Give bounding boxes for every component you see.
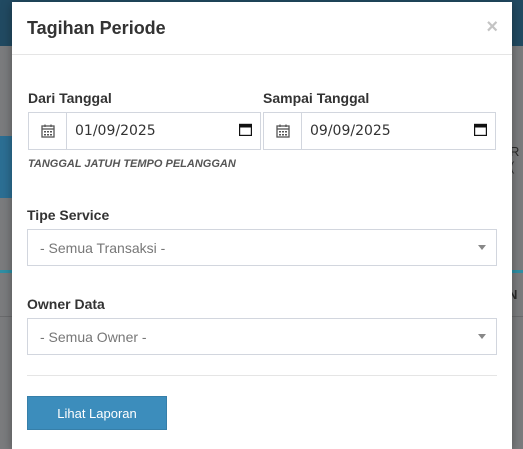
caret-down-icon (478, 334, 486, 339)
service-type-select[interactable]: - Semua Transaksi - (27, 229, 497, 266)
from-date-value: 01/09/2025 (75, 123, 156, 139)
service-type-selected: - Semua Transaksi - (40, 239, 166, 256)
to-date-group: 09/09/2025 (263, 112, 496, 150)
owner-data-select[interactable]: - Semua Owner - (27, 318, 497, 355)
owner-data-selected: - Semua Owner - (40, 328, 147, 345)
view-report-button[interactable]: Lihat Laporan (27, 396, 167, 430)
form-divider (27, 375, 497, 376)
calendar-picker-icon[interactable] (238, 123, 253, 140)
from-date-input[interactable]: 01/09/2025 (67, 113, 260, 149)
background-panel-edge (0, 136, 12, 198)
due-date-help-text: TANGGAL JATUH TEMPO PELANGGAN (28, 158, 236, 170)
to-date-label: Sampai Tanggal (263, 90, 370, 106)
to-date-value: 09/09/2025 (310, 123, 391, 139)
calendar-icon (264, 113, 302, 149)
close-button[interactable]: × (486, 17, 498, 37)
to-date-input[interactable]: 09/09/2025 (302, 113, 495, 149)
from-date-label: Dari Tanggal (28, 90, 112, 106)
calendar-picker-icon[interactable] (473, 123, 488, 140)
owner-data-label: Owner Data (27, 296, 105, 312)
service-type-label: Tipe Service (27, 207, 110, 223)
caret-down-icon (478, 245, 486, 250)
modal-title: Tagihan Periode (27, 18, 166, 38)
tagihan-periode-modal: Tagihan Periode × Dari Tanggal 01/09/202… (12, 2, 512, 449)
calendar-icon (29, 113, 67, 149)
from-date-group: 01/09/2025 (28, 112, 261, 150)
modal-header: Tagihan Periode × (12, 2, 512, 55)
